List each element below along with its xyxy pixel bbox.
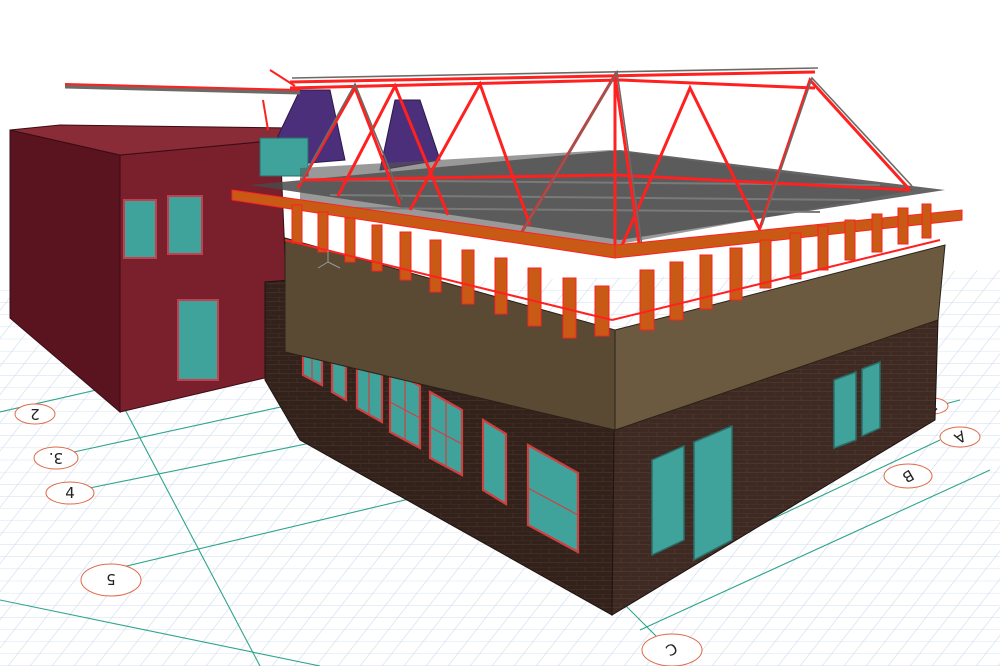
grid-marker-c[interactable]: C — [641, 633, 703, 666]
grid-marker-a[interactable]: A — [939, 426, 981, 448]
grid-marker-label: 4 — [65, 484, 75, 502]
grid-marker-label: 5 — [106, 570, 116, 588]
facade-window — [861, 360, 881, 438]
grid-marker-2[interactable]: 2 — [14, 403, 56, 425]
building-3d-model[interactable]: 2 3. 4 5 C B A 1 — [0, 0, 1000, 666]
facade-window — [651, 444, 685, 557]
annex-door — [177, 299, 219, 381]
grid-marker-5[interactable]: 5 — [80, 563, 142, 597]
grid-marker-label: 2 — [30, 405, 40, 423]
grid-marker-3[interactable]: 3. — [33, 446, 79, 470]
entrance-door — [693, 424, 733, 562]
facade-window — [833, 370, 857, 450]
annex-window — [123, 199, 157, 259]
grid-marker-b[interactable]: B — [883, 463, 933, 489]
grid-marker-label: 3. — [49, 449, 63, 467]
grid-marker-4[interactable]: 4 — [45, 481, 95, 505]
3d-viewport[interactable]: 2 3. 4 5 C B A 1 — [0, 0, 1000, 666]
annex-window — [167, 195, 203, 255]
